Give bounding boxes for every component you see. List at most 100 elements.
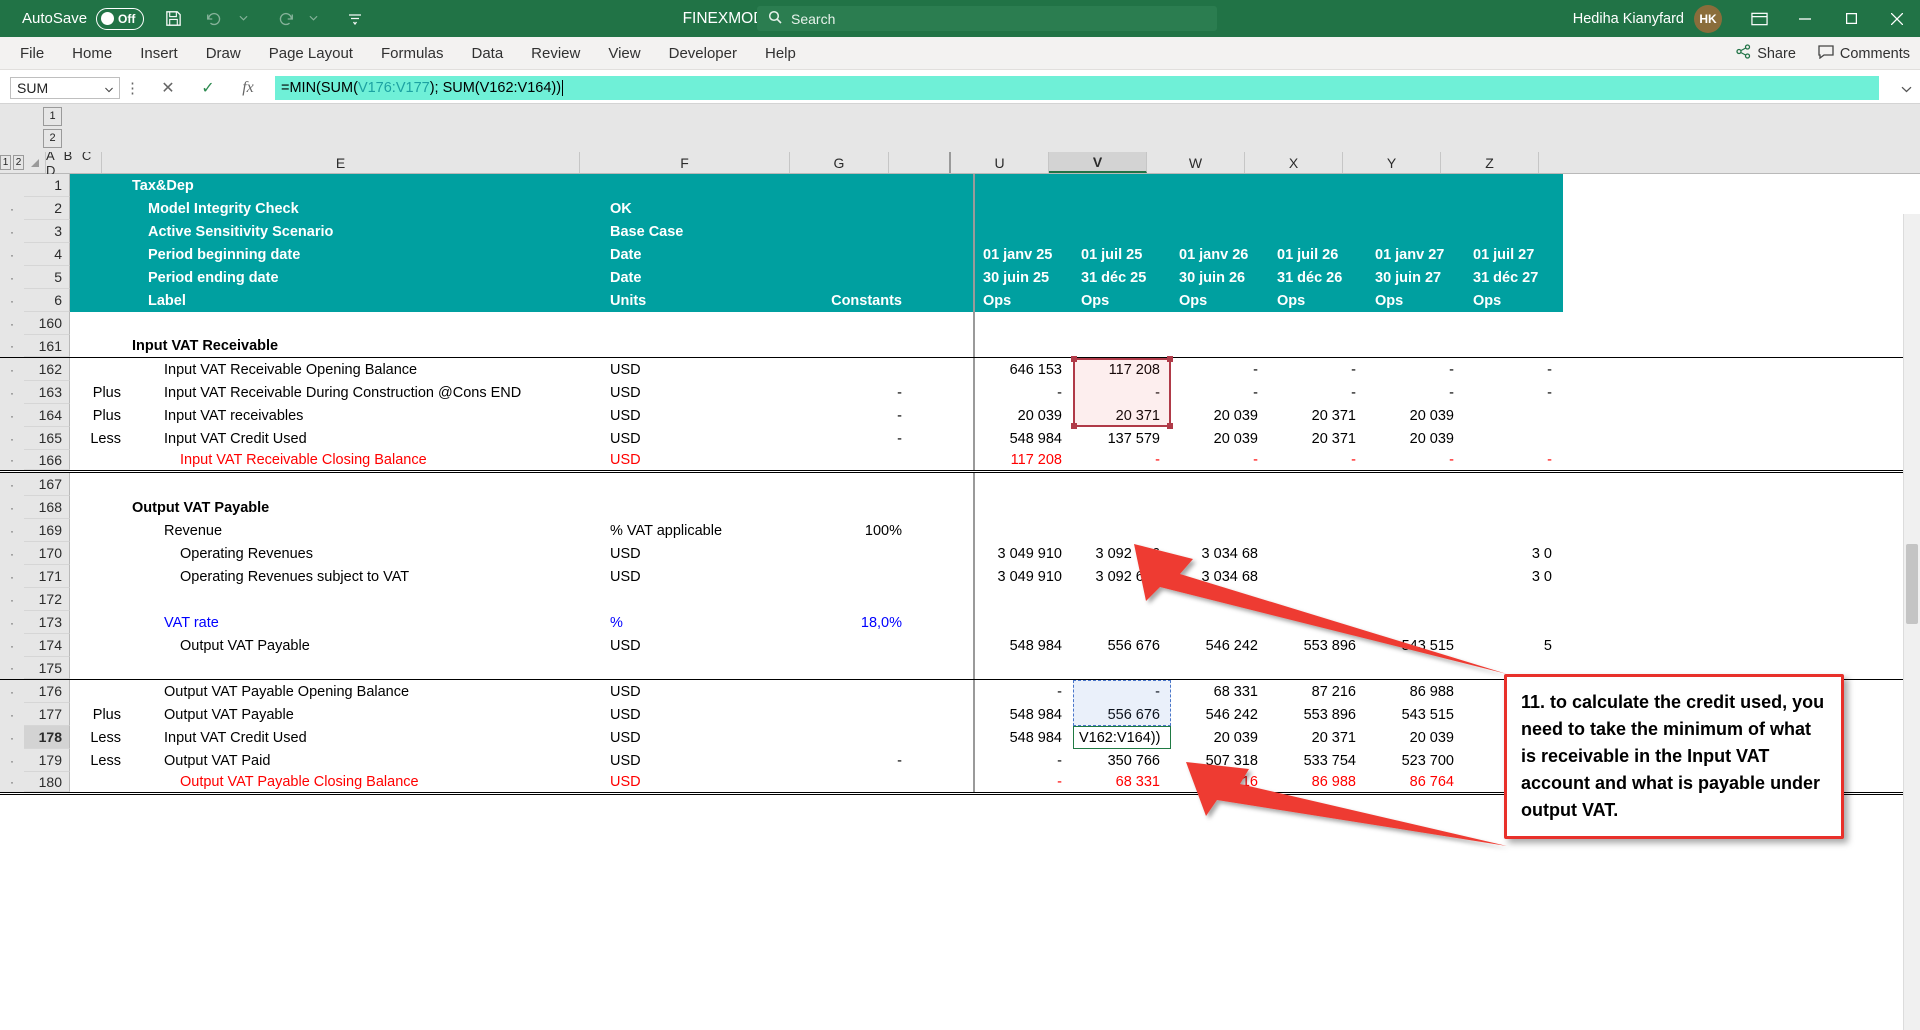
- cell-w-4[interactable]: 01 janv 26: [1171, 243, 1269, 266]
- cell-f-175[interactable]: [604, 657, 814, 679]
- cell-w-173[interactable]: [1171, 611, 1269, 634]
- row-header-5[interactable]: 5: [24, 266, 70, 289]
- cell-y-4[interactable]: 01 janv 27: [1367, 243, 1465, 266]
- cell-g-170[interactable]: [814, 542, 913, 565]
- cell-g-5[interactable]: [814, 266, 913, 289]
- row-header-1[interactable]: 1: [24, 174, 70, 197]
- cell-z-163[interactable]: -: [1465, 381, 1563, 404]
- cell-v-174[interactable]: 556 676: [1073, 634, 1171, 657]
- cell-u-169[interactable]: [975, 519, 1073, 542]
- cell-z-2[interactable]: [1465, 197, 1563, 220]
- redo-chevron-down-icon[interactable]: [300, 6, 326, 32]
- cell-u-165[interactable]: 548 984: [975, 427, 1073, 450]
- cell-x-3[interactable]: [1269, 220, 1367, 243]
- undo-icon[interactable]: [202, 6, 228, 32]
- cell-g-3[interactable]: [814, 220, 913, 243]
- comments-button[interactable]: Comments: [1818, 44, 1910, 63]
- table-row[interactable]: · 169 Revenue% VAT applicable 100%: [0, 519, 1920, 542]
- ribbon-tab-insert[interactable]: Insert: [126, 37, 192, 70]
- cell-w-168[interactable]: [1171, 496, 1269, 519]
- cell-abcd-174[interactable]: [70, 634, 126, 657]
- cell-f-178[interactable]: USD: [604, 726, 814, 749]
- column-header-v[interactable]: V: [1049, 152, 1147, 173]
- ribbon-tab-file[interactable]: File: [6, 37, 58, 70]
- cell-f-168[interactable]: [604, 496, 814, 519]
- outline-row-level-1[interactable]: 1: [43, 107, 62, 126]
- cell-y-180[interactable]: 86 764: [1367, 772, 1465, 792]
- outline-gutter[interactable]: ·: [0, 749, 24, 772]
- cell-g-2[interactable]: [814, 197, 913, 220]
- column-header-abcd[interactable]: A B C D: [46, 148, 102, 178]
- cell-e-170[interactable]: Operating Revenues: [126, 542, 604, 565]
- cell-x-172[interactable]: [1269, 588, 1367, 611]
- ribbon-tab-developer[interactable]: Developer: [655, 37, 751, 70]
- cell-e-174[interactable]: Output VAT Payable: [126, 634, 604, 657]
- cell-e-168[interactable]: Output VAT Payable: [126, 496, 604, 519]
- outline-gutter[interactable]: ·: [0, 312, 24, 335]
- cell-x-2[interactable]: [1269, 197, 1367, 220]
- cell-y-179[interactable]: 523 700: [1367, 749, 1465, 772]
- cell-u-164[interactable]: 20 039: [975, 404, 1073, 427]
- cell-g-175[interactable]: [814, 657, 913, 679]
- cell-w-172[interactable]: [1171, 588, 1269, 611]
- cell-e-179[interactable]: Output VAT Paid: [126, 749, 604, 772]
- cell-w-164[interactable]: 20 039: [1171, 404, 1269, 427]
- cell-e-4[interactable]: Period beginning date: [126, 243, 604, 266]
- row-header-176[interactable]: 176: [24, 680, 70, 703]
- cell-y-175[interactable]: [1367, 657, 1465, 679]
- cell-u-166[interactable]: 117 208: [975, 450, 1073, 470]
- cell-w-166[interactable]: -: [1171, 450, 1269, 470]
- expand-formula-bar-icon[interactable]: [1901, 81, 1912, 96]
- column-header-e[interactable]: E: [102, 152, 580, 173]
- cell-x-166[interactable]: -: [1269, 450, 1367, 470]
- cell-f-167[interactable]: [604, 473, 814, 496]
- undo-chevron-down-icon[interactable]: [230, 6, 256, 32]
- cell-y-3[interactable]: [1367, 220, 1465, 243]
- cell-e-160[interactable]: [126, 312, 604, 335]
- cell-g-168[interactable]: [814, 496, 913, 519]
- cell-u-163[interactable]: -: [975, 381, 1073, 404]
- cell-w-170[interactable]: 3 034 68: [1171, 542, 1269, 565]
- cell-g-162[interactable]: [814, 358, 913, 381]
- cell-z-160[interactable]: [1465, 312, 1563, 335]
- cell-e-178[interactable]: Input VAT Credit Used: [126, 726, 604, 749]
- cell-x-4[interactable]: 01 juil 26: [1269, 243, 1367, 266]
- row-header-169[interactable]: 169: [24, 519, 70, 542]
- cell-w-165[interactable]: 20 039: [1171, 427, 1269, 450]
- row-header-2[interactable]: 2: [24, 197, 70, 220]
- cell-y-173[interactable]: [1367, 611, 1465, 634]
- cell-w-169[interactable]: [1171, 519, 1269, 542]
- cell-x-174[interactable]: 553 896: [1269, 634, 1367, 657]
- cell-v-3[interactable]: [1073, 220, 1171, 243]
- cell-f-4[interactable]: Date: [604, 243, 814, 266]
- cell-e-169[interactable]: Revenue: [126, 519, 604, 542]
- cell-y-164[interactable]: 20 039: [1367, 404, 1465, 427]
- cell-w-160[interactable]: [1171, 312, 1269, 335]
- cell-v-163[interactable]: -: [1073, 381, 1171, 404]
- row-header-172[interactable]: 172: [24, 588, 70, 611]
- outline-col-level-2[interactable]: 2: [13, 155, 24, 170]
- cell-u-5[interactable]: 30 juin 25: [975, 266, 1073, 289]
- cell-f-172[interactable]: [604, 588, 814, 611]
- ribbon-tab-review[interactable]: Review: [517, 37, 594, 70]
- cell-g-160[interactable]: [814, 312, 913, 335]
- cell-f-173[interactable]: %: [604, 611, 814, 634]
- cell-abcd-161[interactable]: [70, 335, 126, 357]
- cell-v-177[interactable]: 556 676: [1073, 703, 1171, 726]
- cell-z-1[interactable]: [1465, 174, 1563, 197]
- cell-abcd-167[interactable]: [70, 473, 126, 496]
- row-header-4[interactable]: 4: [24, 243, 70, 266]
- cell-v-173[interactable]: [1073, 611, 1171, 634]
- cell-w-171[interactable]: 3 034 68: [1171, 565, 1269, 588]
- cell-u-161[interactable]: [975, 335, 1073, 357]
- cell-g-164[interactable]: -: [814, 404, 913, 427]
- outline-gutter[interactable]: ·: [0, 220, 24, 243]
- table-row[interactable]: · 6 Label Units Constants Ops Ops Ops Ops Ops Ops: [0, 289, 1920, 312]
- cell-y-174[interactable]: 543 515: [1367, 634, 1465, 657]
- cell-y-166[interactable]: -: [1367, 450, 1465, 470]
- row-header-163[interactable]: 163: [24, 381, 70, 404]
- table-row[interactable]: · 166 Input VAT Receivable Closing Balance…: [0, 450, 1920, 473]
- row-header-164[interactable]: 164: [24, 404, 70, 427]
- cell-u-1[interactable]: [975, 174, 1073, 197]
- insert-function-icon[interactable]: fx: [239, 79, 257, 97]
